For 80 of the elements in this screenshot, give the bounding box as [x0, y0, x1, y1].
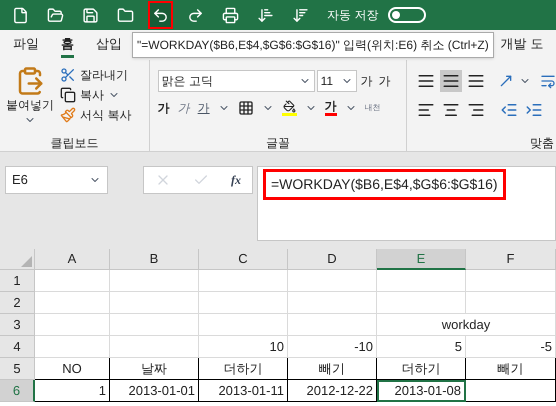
insert-function-button[interactable]: fx [231, 171, 241, 189]
decrease-indent-icon[interactable] [500, 101, 518, 119]
decrease-font-button[interactable]: 가 [378, 72, 391, 90]
folder-icon [117, 6, 134, 24]
align-center-icon[interactable] [442, 101, 460, 119]
row-header[interactable]: 2 [0, 292, 35, 314]
italic-button[interactable]: 가 [178, 99, 190, 117]
row-header[interactable]: 1 [0, 270, 35, 292]
ribbon-tab[interactable]: 개발 도 [500, 32, 544, 58]
ribbon-tab[interactable]: 파일 [13, 32, 39, 58]
formula-text: =WORKDAY($B6,E$4,$G$6:$G$16) [263, 169, 506, 200]
group-label: 맞춤 [529, 135, 555, 151]
row-header[interactable]: 5 [0, 358, 35, 380]
autosave-toggle[interactable] [388, 7, 426, 23]
column-header[interactable]: D [288, 249, 377, 270]
new-file-icon [12, 6, 29, 24]
table-cell: 더하기 [377, 358, 466, 380]
increase-indent-icon[interactable] [525, 101, 543, 119]
wrap-text-icon[interactable] [540, 73, 556, 89]
open-folder-icon [47, 6, 64, 24]
paint-bucket-icon [282, 100, 296, 113]
align-left-icon[interactable] [417, 101, 435, 119]
row-header[interactable]: 3 [0, 314, 35, 336]
table-cell: 10 [199, 336, 288, 358]
printer-icon [222, 6, 239, 24]
table-cell: 더하기 [199, 358, 288, 380]
row-header[interactable]: 6 [0, 380, 35, 402]
row-header[interactable]: 4 [0, 336, 35, 358]
orientation-icon[interactable] [498, 73, 514, 89]
increase-font-button[interactable]: 가 [360, 72, 373, 90]
group-label: 글꼴 [264, 135, 291, 151]
table-cell: 2013-01-11 [199, 380, 288, 402]
paintbrush-icon [60, 107, 76, 123]
phonetic-button[interactable]: 내천 [364, 102, 381, 114]
table-cell: 빼기 [466, 358, 556, 380]
font-name-dropdown[interactable]: 맑은 고딕 [158, 70, 315, 92]
align-middle-icon[interactable] [442, 72, 460, 90]
tooltip: "=WORKDAY($B6,E$4,$G$6:$G$16)" 입력(위치:E6) 취소 (Ctrl+Z) [132, 32, 494, 58]
cut-button[interactable]: 잘라내기 [60, 66, 132, 84]
save-icon [82, 6, 99, 24]
name-box[interactable]: E6 [5, 166, 108, 194]
column-header[interactable]: A [35, 249, 110, 270]
table-cell: -5 [466, 336, 556, 358]
copy-icon [60, 87, 76, 103]
bold-button[interactable]: 가 [158, 99, 170, 117]
table-cell: -10 [288, 336, 377, 358]
autosave-label: 자동 저장 [327, 7, 378, 24]
copy-button[interactable]: 복사 [60, 86, 132, 104]
table-cell: 2013-01-08 [377, 380, 466, 402]
font-size-dropdown[interactable]: 11 [316, 70, 357, 92]
formula-bar[interactable]: =WORKDAY($B6,E$4,$G$6:$G$16) [257, 166, 556, 241]
table-cell: 2012-12-22 [288, 380, 377, 402]
redo-icon [187, 6, 204, 24]
ribbon-tab[interactable]: 삽입 [96, 32, 122, 58]
font-color-button[interactable]: 가 [324, 100, 337, 116]
table-cell: 1 [35, 380, 110, 402]
underline-button[interactable]: 가 [198, 99, 210, 117]
table-cell: 2013-01-01 [110, 380, 199, 402]
align-top-icon[interactable] [417, 72, 435, 90]
table-cell: NO [35, 358, 110, 380]
column-header[interactable]: C [199, 249, 288, 270]
column-header[interactable]: E [377, 249, 466, 270]
paste-button[interactable]: 붙여넣기 [0, 66, 60, 135]
group-label: 클립보드 [49, 135, 100, 151]
format-painter-button[interactable]: 서식 복사 [60, 106, 132, 124]
table-cell: 빼기 [288, 358, 377, 380]
sort-descending-icon [292, 6, 309, 24]
undo-icon [152, 6, 169, 24]
sort-ascending-icon [257, 6, 274, 24]
align-bottom-icon[interactable] [467, 72, 485, 90]
align-right-icon[interactable] [467, 101, 485, 119]
table-cell: 5 [377, 336, 466, 358]
column-header[interactable]: F [466, 249, 556, 270]
column-header[interactable]: B [110, 249, 199, 270]
undo-button[interactable] [148, 1, 173, 29]
borders-icon[interactable] [238, 100, 254, 116]
scissors-icon [60, 67, 76, 83]
table-cell: workday [377, 314, 556, 336]
fill-color-button[interactable] [282, 100, 297, 116]
table-cell: 날짜 [110, 358, 199, 380]
